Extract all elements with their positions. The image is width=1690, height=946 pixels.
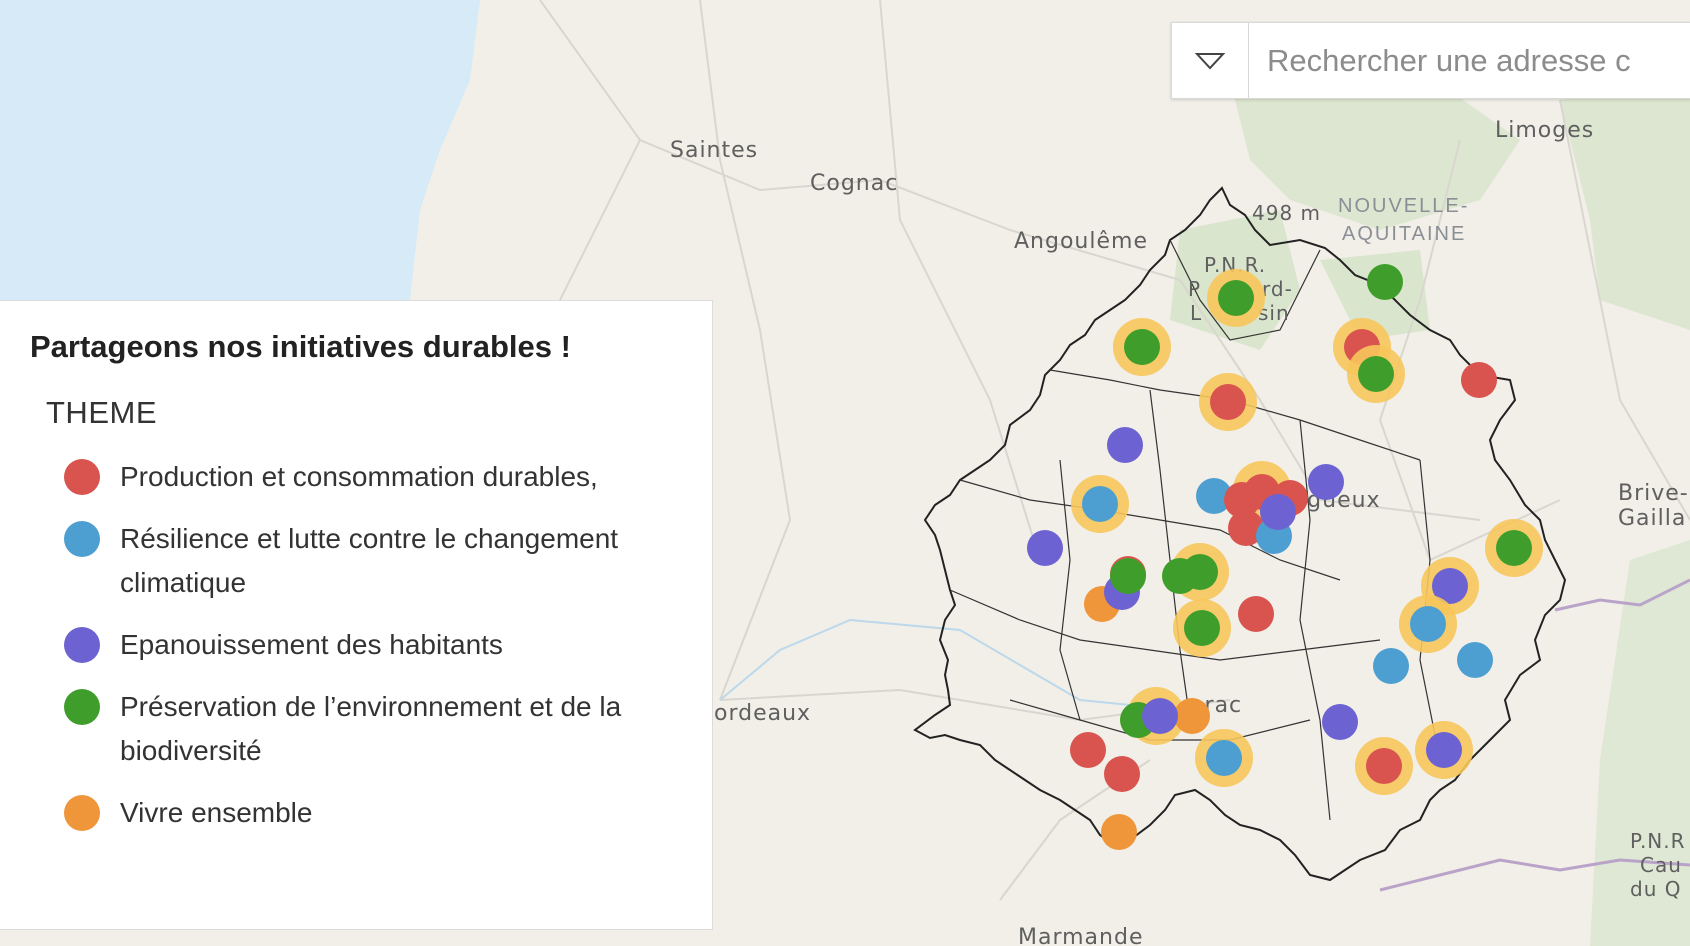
place-label-bordeaux: ordeaux xyxy=(714,701,811,726)
place-label-saintes: Saintes xyxy=(670,138,758,163)
marker-production[interactable] xyxy=(1210,384,1246,420)
marker-preservation[interactable] xyxy=(1184,610,1220,646)
marker-vivre-ensemble[interactable] xyxy=(1101,814,1137,850)
legend-label: Production et consommation durables, xyxy=(120,461,598,492)
marker-preservation[interactable] xyxy=(1124,329,1160,365)
search-bar xyxy=(1171,22,1690,99)
legend-dot-icon xyxy=(64,459,100,495)
legend-title: Partageons nos initiatives durables ! xyxy=(30,329,571,364)
sea-area xyxy=(0,0,480,300)
search-input[interactable] xyxy=(1249,41,1689,80)
park-label-3: rd- xyxy=(1262,277,1293,301)
legend-item-production: Production et consommation durables, xyxy=(30,455,682,499)
park-right-label-3: du Q xyxy=(1630,877,1681,901)
marker-production[interactable] xyxy=(1238,596,1274,632)
marker-resilience[interactable] xyxy=(1410,606,1446,642)
park-label-4: L xyxy=(1190,301,1202,325)
marker-preservation[interactable] xyxy=(1218,280,1254,316)
legend-dot-icon xyxy=(64,689,100,725)
park-right-label-2: Cau xyxy=(1640,853,1682,877)
place-label-angouleme: Angoulême xyxy=(1014,229,1148,254)
marker-layer xyxy=(1027,264,1543,850)
marker-preservation[interactable] xyxy=(1496,530,1532,566)
marker-epanouissement[interactable] xyxy=(1142,698,1178,734)
region-label-line1: NOUVELLE- xyxy=(1338,195,1469,217)
marker-epanouissement[interactable] xyxy=(1426,732,1462,768)
marker-epanouissement[interactable] xyxy=(1308,464,1344,500)
legend-label: Vivre ensemble xyxy=(120,797,313,828)
marker-epanouissement[interactable] xyxy=(1027,530,1063,566)
elevation-label: 498 m xyxy=(1252,201,1321,225)
legend-subtitle: THEME xyxy=(46,395,157,430)
marker-vivre-ensemble[interactable] xyxy=(1174,698,1210,734)
marker-preservation[interactable] xyxy=(1367,264,1403,300)
legend-panel: Partageons nos initiatives durables ! TH… xyxy=(0,300,713,930)
place-label-marmande: Marmande xyxy=(1018,925,1143,946)
legend-label: Préservation de l’environnement et de la… xyxy=(120,691,622,766)
legend-label: Epanouissement des habitants xyxy=(120,629,503,660)
marker-epanouissement[interactable] xyxy=(1260,494,1296,530)
marker-resilience[interactable] xyxy=(1082,486,1118,522)
legend-item-epanouissement: Epanouissement des habitants xyxy=(30,623,682,667)
legend-item-preservation: Préservation de l’environnement et de la… xyxy=(30,685,682,773)
chevron-down-icon xyxy=(1195,52,1225,69)
marker-epanouissement[interactable] xyxy=(1322,704,1358,740)
marker-resilience[interactable] xyxy=(1206,740,1242,776)
marker-production[interactable] xyxy=(1104,756,1140,792)
place-label-brive: Brive- xyxy=(1618,481,1689,506)
marker-production[interactable] xyxy=(1461,362,1497,398)
marker-preservation[interactable] xyxy=(1110,558,1146,594)
place-label-gaillarde: Gailla xyxy=(1618,506,1686,531)
place-label-limoges: Limoges xyxy=(1495,118,1594,143)
park-label-2: P xyxy=(1188,277,1201,301)
marker-production[interactable] xyxy=(1366,748,1402,784)
legend-label: Résilience et lutte contre le changement… xyxy=(120,523,619,598)
marker-epanouissement[interactable] xyxy=(1107,427,1143,463)
legend-dot-icon xyxy=(64,627,100,663)
marker-resilience[interactable] xyxy=(1457,642,1493,678)
legend-dot-icon xyxy=(64,795,100,831)
region-label-line2: AQUITAINE xyxy=(1342,223,1466,245)
park-right-label-1: P.N.R xyxy=(1630,829,1686,853)
marker-resilience[interactable] xyxy=(1373,648,1409,684)
legend-dot-icon xyxy=(64,521,100,557)
place-label-cognac: Cognac xyxy=(810,171,898,196)
search-source-dropdown[interactable] xyxy=(1172,23,1249,98)
marker-production[interactable] xyxy=(1070,732,1106,768)
marker-preservation[interactable] xyxy=(1358,356,1394,392)
marker-preservation[interactable] xyxy=(1182,554,1218,590)
legend-item-resilience: Résilience et lutte contre le changement… xyxy=(30,517,682,605)
legend-item-vivre-ensemble: Vivre ensemble xyxy=(30,791,682,835)
